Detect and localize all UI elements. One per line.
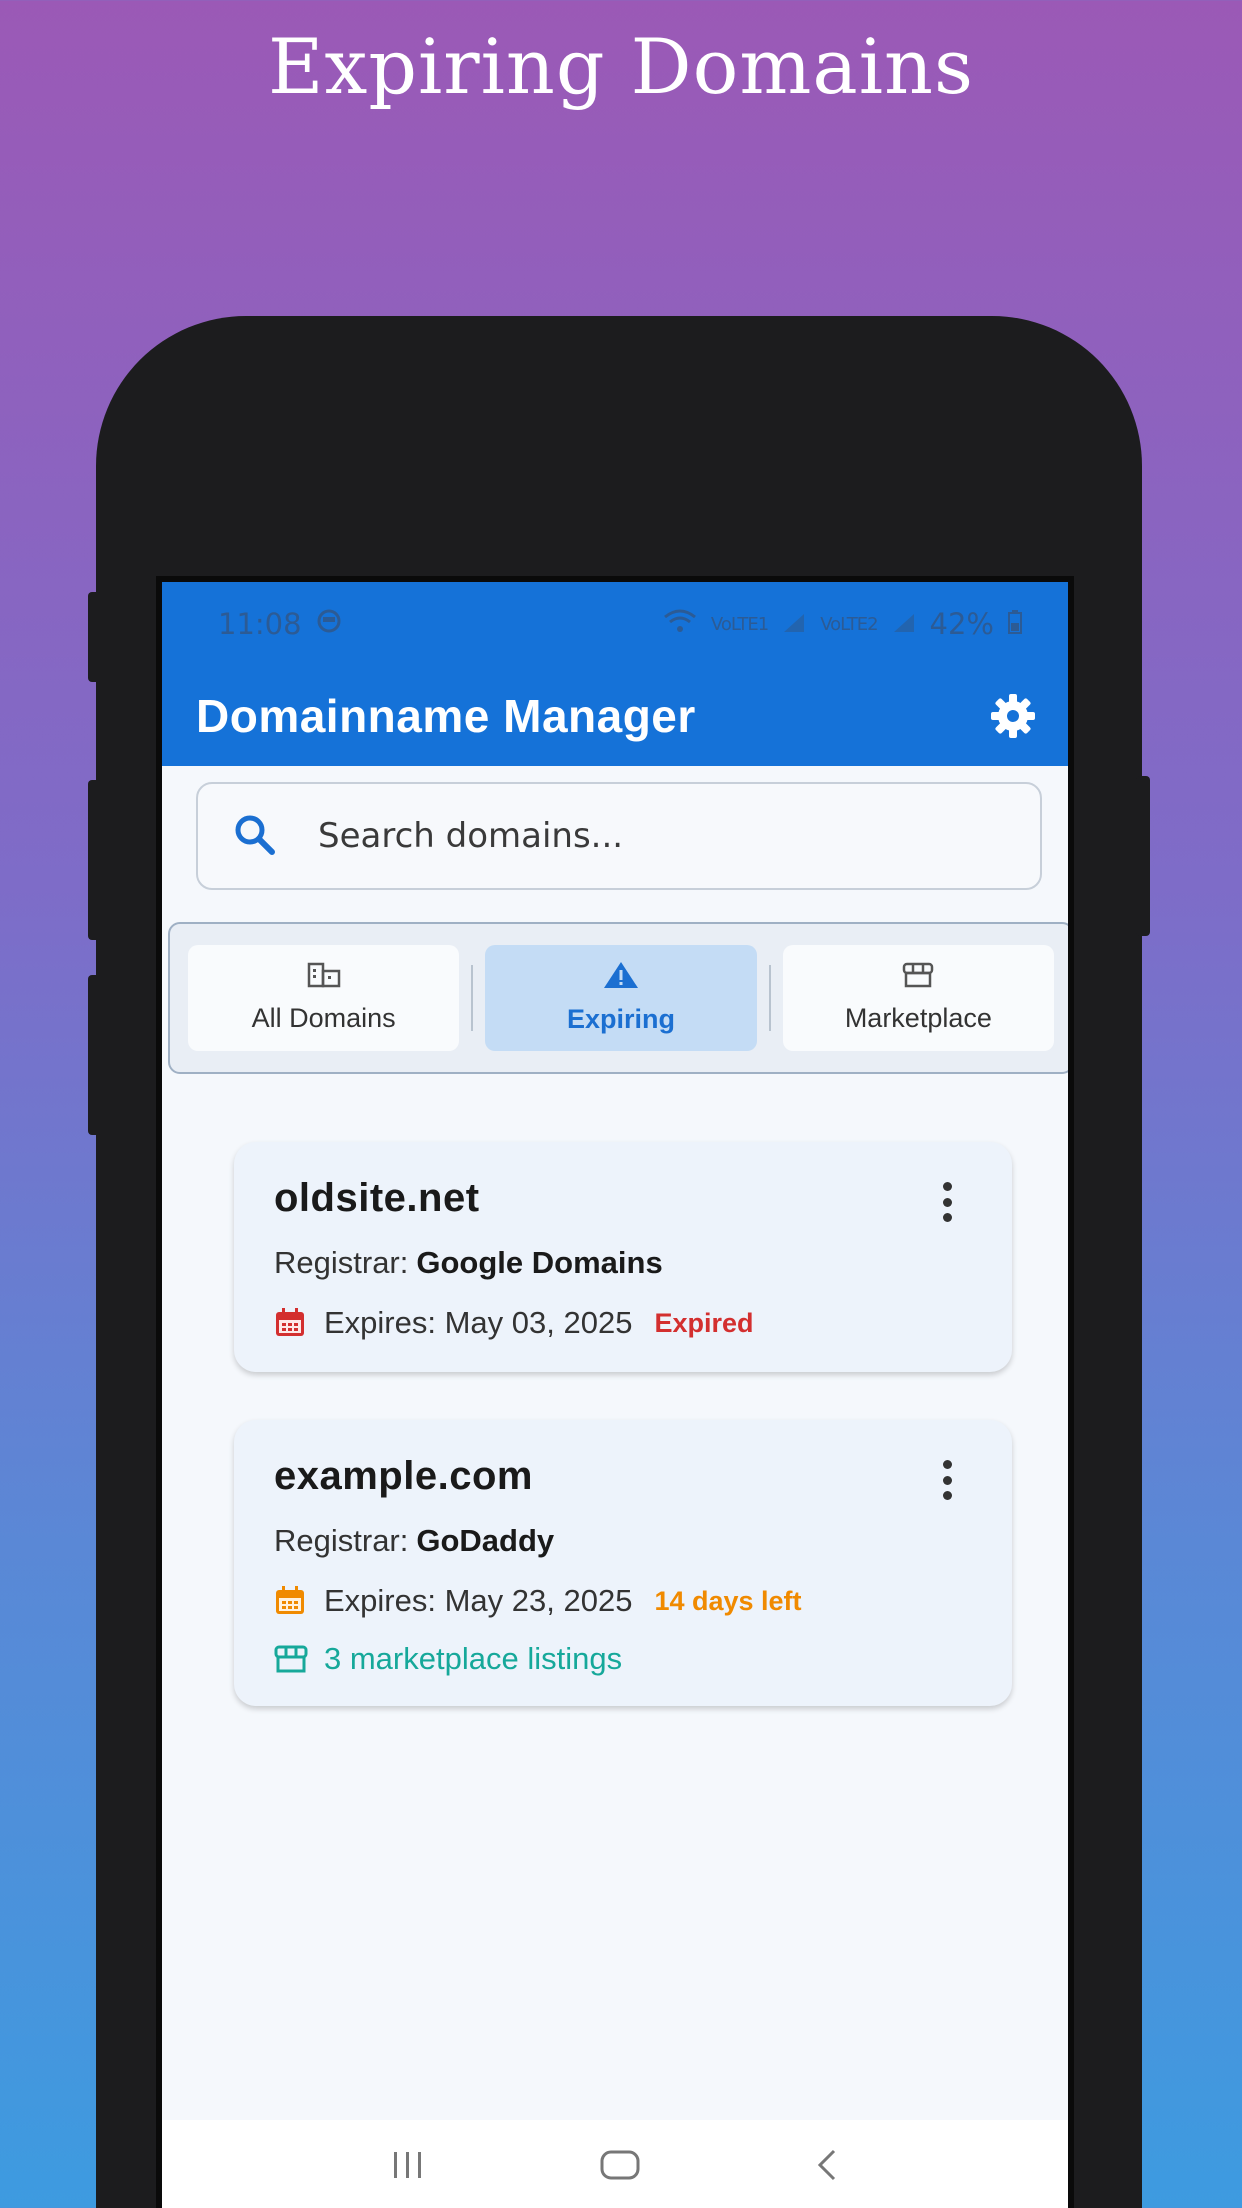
back-icon[interactable] [812, 2148, 842, 2186]
tab-divider [768, 965, 771, 1031]
more-options-icon[interactable] [940, 1182, 954, 1222]
tab-label: Expiring [567, 1004, 676, 1034]
tab-marketplace[interactable]: Marketplace [782, 945, 1055, 1051]
status-time: 11:08 [218, 607, 302, 641]
home-icon[interactable] [599, 2148, 641, 2186]
signal-icon [782, 607, 806, 641]
page-headline: Expiring Domains [267, 22, 974, 111]
expiry-row: Expires: May 03, 2025 Expired [274, 1305, 972, 1341]
status-bar: 11:08 VoLTE1 VoLTE2 42% [162, 582, 1068, 666]
app-title: Domainname Manager [196, 690, 696, 742]
system-nav-bar [162, 2120, 1068, 2208]
calendar-icon [274, 1308, 308, 1338]
signal-label-1: VoLTE1 [710, 613, 769, 635]
app-bar: Domainname Manager [162, 666, 1068, 766]
domain-card[interactable]: example.com Registrar: GoDaddy Expires: … [234, 1420, 1012, 1706]
signal-icon [892, 607, 916, 641]
battery-icon [1008, 607, 1022, 641]
registrar-value: GoDaddy [416, 1523, 555, 1558]
calendar-icon [274, 1586, 308, 1616]
phone-side-button [88, 780, 102, 940]
gear-icon[interactable] [988, 691, 1038, 741]
search-bar[interactable] [196, 782, 1042, 890]
domain-name: oldsite.net [274, 1176, 480, 1220]
registrar-value: Google Domains [416, 1245, 663, 1280]
search-icon [232, 812, 276, 860]
expiry-date: Expires: May 23, 2025 [324, 1583, 633, 1618]
tab-label: All Domains [251, 1003, 396, 1033]
wifi-icon [663, 607, 697, 641]
recent-apps-icon[interactable] [388, 2148, 428, 2186]
tab-label: Marketplace [844, 1003, 992, 1033]
phone-side-button [88, 592, 102, 682]
registrar-label: Registrar: [274, 1245, 409, 1280]
registrar-row: Registrar: Google Domains [274, 1245, 972, 1281]
search-input[interactable] [318, 816, 998, 856]
signal-label-2: VoLTE2 [820, 613, 878, 635]
battery-percent: 42% [929, 607, 994, 641]
tab-divider [471, 965, 474, 1031]
status-badge: Expired [654, 1307, 754, 1338]
expiry-date: Expires: May 03, 2025 [324, 1305, 633, 1340]
tab-expiring[interactable]: Expiring [485, 945, 757, 1051]
domain-icon [307, 962, 341, 995]
marketplace-row[interactable]: 3 marketplace listings [274, 1641, 972, 1677]
marketplace-listings: 3 marketplace listings [324, 1641, 623, 1676]
filter-tabs: All Domains Expiring Marketplace [168, 922, 1068, 1074]
expiry-row: Expires: May 23, 2025 14 days left [274, 1583, 972, 1619]
notification-icon [316, 607, 342, 641]
store-icon [901, 962, 935, 995]
phone-side-button [88, 975, 102, 1135]
registrar-label: Registrar: [274, 1523, 409, 1558]
phone-screen: 11:08 VoLTE1 VoLTE2 42% Domainname Manag… [156, 576, 1074, 2208]
more-options-icon[interactable] [940, 1460, 954, 1500]
registrar-row: Registrar: GoDaddy [274, 1523, 972, 1559]
tab-all-domains[interactable]: All Domains [188, 945, 460, 1051]
warning-icon [603, 961, 639, 996]
domain-name: example.com [274, 1454, 533, 1498]
store-icon [274, 1645, 308, 1673]
status-badge: 14 days left [654, 1585, 802, 1616]
domain-card[interactable]: oldsite.net Registrar: Google Domains Ex… [234, 1142, 1012, 1372]
phone-side-button [1136, 776, 1150, 936]
